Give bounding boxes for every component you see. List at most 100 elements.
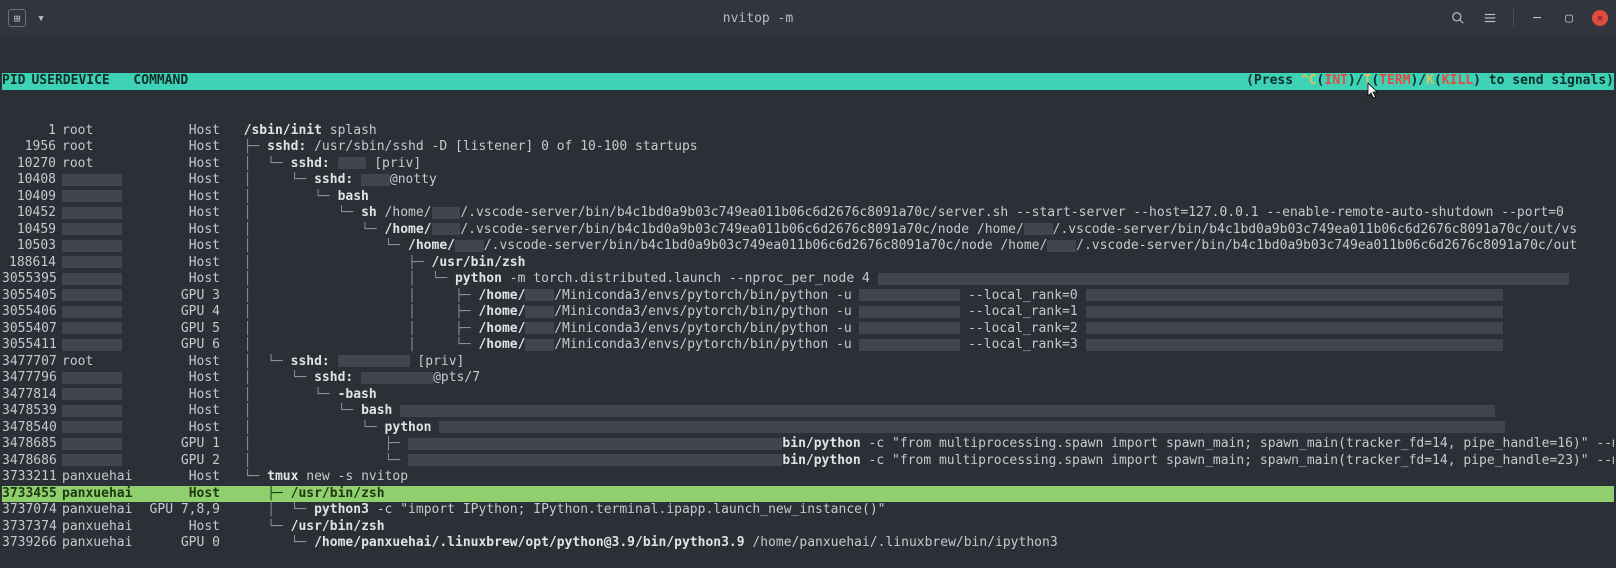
process-row[interactable]: 3477796Host │ └─ sshd: @pts/7 (2, 370, 1614, 387)
process-row[interactable]: 10503Host │ └─ /home//.vscode-server/bin… (2, 238, 1614, 255)
process-row[interactable]: 3477707rootHost │ └─ sshd: [priv] (2, 354, 1614, 371)
close-button[interactable]: ✕ (1592, 10, 1608, 26)
pid-cell: 3055411 (2, 337, 62, 354)
process-row[interactable]: 10408 Host │ └─ sshd: @notty (2, 172, 1614, 189)
device-cell: Host (148, 238, 228, 255)
col-user: USER (31, 73, 62, 88)
device-cell: Host (148, 255, 228, 272)
process-row[interactable]: 3055406GPU 4 │ │ ├─ /home//Miniconda3/en… (2, 304, 1614, 321)
user-cell (62, 189, 148, 206)
menu-icon[interactable] (1481, 9, 1499, 27)
search-icon[interactable] (1449, 9, 1467, 27)
process-row[interactable]: 3737074panxuehaiGPU 7,8,9 │ └─ python3 -… (2, 502, 1614, 519)
pid-cell: 3477707 (2, 354, 62, 371)
user-cell: panxuehai (62, 486, 148, 503)
command-cell: │ └─ bin/python -c "from multiprocessing… (228, 453, 1614, 470)
device-cell: Host (148, 469, 228, 486)
process-table-header: PIDUSERDEVICE COMMAND (Press ^C(INT)/T(T… (2, 73, 1614, 90)
user-cell: root (62, 123, 148, 140)
device-cell: GPU 0 (148, 535, 228, 552)
pid-cell: 10270 (2, 156, 62, 173)
process-row[interactable]: 3055411GPU 6 │ │ └─ /home//Miniconda3/en… (2, 337, 1614, 354)
process-row[interactable]: 10459Host │ └─ /home//.vscode-server/bin… (2, 222, 1614, 239)
user-cell (62, 387, 148, 404)
new-tab-button[interactable]: ⊞ (8, 9, 26, 27)
command-cell: │ ├─ bin/python -c "from multiprocessing… (228, 436, 1614, 453)
user-cell (62, 436, 148, 453)
pid-cell: 188614 (2, 255, 62, 272)
process-row[interactable]: 3478685GPU 1 │ ├─ bin/python -c "from mu… (2, 436, 1614, 453)
user-cell: panxuehai (62, 535, 148, 552)
pid-cell: 3478540 (2, 420, 62, 437)
pid-cell: 1 (2, 123, 62, 140)
col-pid: PID (2, 73, 31, 88)
process-row[interactable]: 10452Host │ └─ sh /home//.vscode-server/… (2, 205, 1614, 222)
command-cell: │ └─ sshd: @pts/7 (228, 370, 1614, 387)
process-row[interactable]: 3055407GPU 5 │ │ ├─ /home//Miniconda3/en… (2, 321, 1614, 338)
pid-cell: 3477814 (2, 387, 62, 404)
user-cell (62, 321, 148, 338)
user-cell (62, 222, 148, 239)
device-cell: Host (148, 222, 228, 239)
command-cell: │ └─ sshd: [priv] (228, 156, 1614, 173)
pid-cell: 3478685 (2, 436, 62, 453)
command-cell: │ └─ sshd: @notty (228, 172, 1614, 189)
user-cell: root (62, 139, 148, 156)
process-row[interactable]: 1rootHost /sbin/init splash (2, 123, 1614, 140)
process-row[interactable]: 188614 Host │ ├─ /usr/bin/zsh (2, 255, 1614, 272)
tab-dropdown-icon[interactable]: ▾ (32, 9, 50, 27)
minimize-button[interactable]: ─ (1528, 9, 1546, 27)
user-cell (62, 453, 148, 470)
user-cell: panxuehai (62, 502, 148, 519)
device-cell: Host (148, 354, 228, 371)
device-cell: Host (148, 189, 228, 206)
process-row[interactable]: 1956rootHost ├─ sshd: /usr/sbin/sshd -D … (2, 139, 1614, 156)
process-row[interactable]: 10409Host │ └─ bash (2, 189, 1614, 206)
maximize-button[interactable]: ▢ (1560, 9, 1578, 27)
pid-cell: 3478686 (2, 453, 62, 470)
process-row[interactable]: 3055405GPU 3 │ │ ├─ /home//Miniconda3/en… (2, 288, 1614, 305)
user-cell (62, 403, 148, 420)
device-cell: GPU 7,8,9 (148, 502, 228, 519)
process-row[interactable]: 3055395Host │ │ └─ python -m torch.distr… (2, 271, 1614, 288)
process-row[interactable]: 3739266panxuehaiGPU 0 └─ /home/panxuehai… (2, 535, 1614, 552)
process-row[interactable]: 3478540Host │ └─ python (2, 420, 1614, 437)
col-command: COMMAND (133, 73, 188, 88)
device-cell: Host (148, 205, 228, 222)
command-cell: │ └─ sh /home//.vscode-server/bin/b4c1bd… (228, 205, 1614, 222)
pid-cell: 10408 (2, 172, 62, 189)
user-cell (62, 304, 148, 321)
signal-hint: (Press ^C(INT)/T(TERM)/K(KILL) to send s… (1246, 73, 1614, 90)
user-cell (62, 238, 148, 255)
user-cell: root (62, 354, 148, 371)
window-title: nvitop -m (88, 11, 1428, 26)
device-cell: GPU 6 (148, 337, 228, 354)
process-row[interactable]: 10270rootHost │ └─ sshd: [priv] (2, 156, 1614, 173)
command-cell: │ └─ sshd: [priv] (228, 354, 1614, 371)
user-cell (62, 370, 148, 387)
process-row[interactable]: 3733455panxuehaiHost ├─ /usr/bin/zsh (2, 486, 1614, 503)
process-row[interactable]: 3733211panxuehaiHost └─ tmux new -s nvit… (2, 469, 1614, 486)
pid-cell: 3478539 (2, 403, 62, 420)
command-cell: └─ /home/panxuehai/.linuxbrew/opt/python… (228, 535, 1614, 552)
device-cell: Host (148, 387, 228, 404)
pid-cell: 3739266 (2, 535, 62, 552)
device-cell: GPU 4 (148, 304, 228, 321)
user-cell (62, 271, 148, 288)
device-cell: Host (148, 403, 228, 420)
user-cell (62, 255, 148, 272)
col-device: DEVICE (63, 73, 118, 88)
pid-cell: 3737374 (2, 519, 62, 536)
device-cell: Host (148, 172, 228, 189)
process-row[interactable]: 3478686GPU 2 │ └─ bin/python -c "from mu… (2, 453, 1614, 470)
command-cell: │ ├─ /usr/bin/zsh (228, 255, 1614, 272)
command-cell: │ └─ bash (228, 403, 1614, 420)
user-cell (62, 337, 148, 354)
process-row[interactable]: 3737374panxuehaiHost └─ /usr/bin/zsh (2, 519, 1614, 536)
process-row[interactable]: 3478539 Host │ └─ bash (2, 403, 1614, 420)
process-row[interactable]: 3477814Host │ └─ -bash (2, 387, 1614, 404)
pid-cell: 1956 (2, 139, 62, 156)
device-cell: Host (148, 123, 228, 140)
window-titlebar: ⊞ ▾ nvitop -m ─ ▢ ✕ (0, 0, 1616, 36)
command-cell: │ │ └─ python -m torch.distributed.launc… (228, 271, 1614, 288)
